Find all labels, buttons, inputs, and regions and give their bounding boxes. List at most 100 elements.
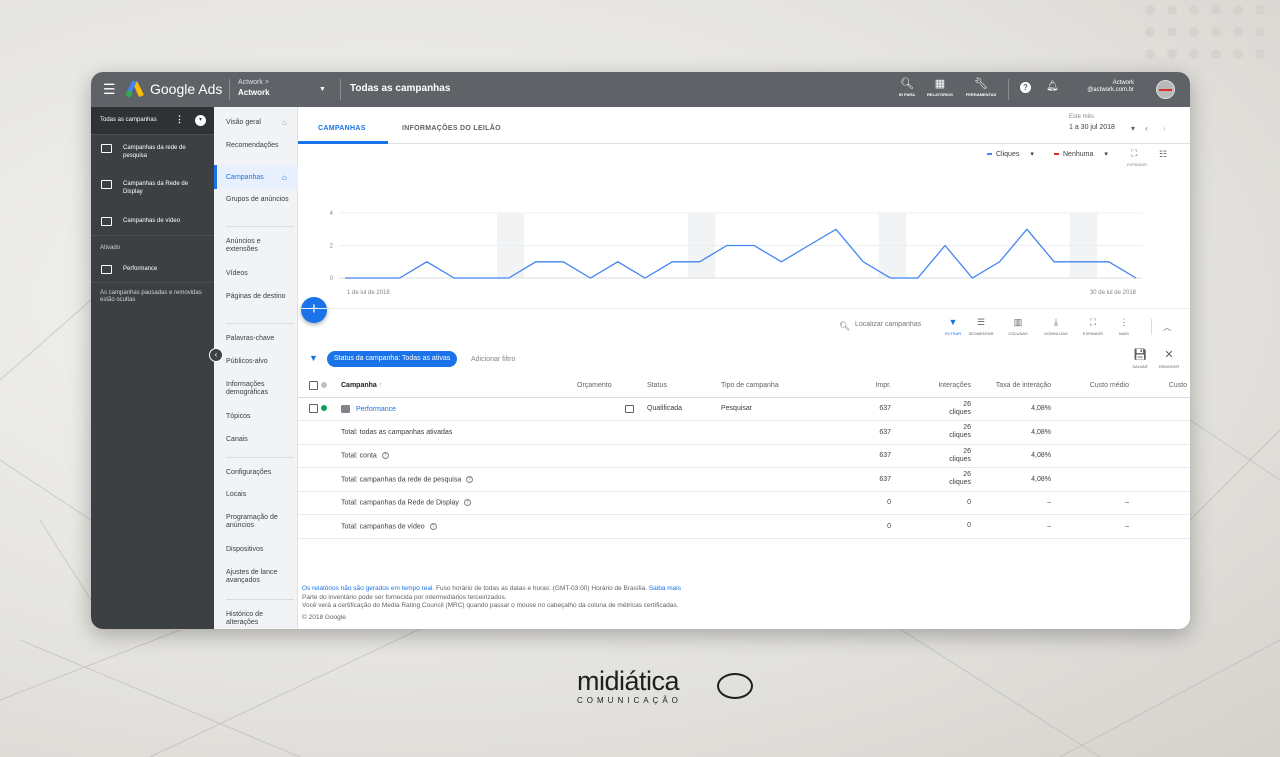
reports-button[interactable]: ▦ RELATÓRIOS <box>922 78 958 97</box>
nav-item-ad-groups[interactable]: Grupos de anúncios <box>226 196 292 204</box>
realtime-reports-link[interactable]: Os relatórios não são gerados em tempo r… <box>302 585 434 592</box>
hamburger-menu-icon[interactable]: ☰ <box>103 82 116 96</box>
main-content: CAMPANHAS INFORMAÇÕES DO LEILÃO Este mês… <box>298 107 1190 629</box>
previous-period-icon[interactable]: ‹ <box>1145 124 1148 133</box>
nav-item-ad-schedule[interactable]: Programação de anúncios <box>226 514 292 530</box>
date-range-value[interactable]: 1 a 30 jul 2018 <box>1069 124 1115 131</box>
nav-item-audiences[interactable]: Públicos-alvo <box>226 358 292 366</box>
save-filter-button[interactable]: 💾︎ SALVAR <box>1125 349 1155 369</box>
segment-button[interactable]: ☰ SEGMENTAR <box>964 317 998 336</box>
column-header-interaction-rate[interactable]: Taxa de interação <box>974 374 1054 398</box>
row-checkbox-cell[interactable] <box>298 397 318 421</box>
divider <box>226 323 294 324</box>
tab-auction-insights[interactable]: INFORMAÇÕES DO LEILÃO <box>402 125 501 132</box>
nav-item-topics[interactable]: Tópicos <box>226 413 292 421</box>
enabled-status-dot-icon <box>321 405 327 412</box>
total-impressions: 0 <box>814 491 894 515</box>
nav-item-landing-pages[interactable]: Páginas de destino <box>226 293 292 301</box>
search-campaigns-input[interactable] <box>855 321 935 328</box>
total-row: Total: campanhas de vídeo? 0 0– – <box>298 514 1190 539</box>
column-header-impressions[interactable]: Impr. <box>814 374 894 398</box>
collapse-chart-icon[interactable]: ︿ <box>1163 322 1171 333</box>
column-header-campaign[interactable]: Campanha ↑ <box>338 374 574 398</box>
next-period-icon[interactable]: › <box>1163 124 1166 133</box>
column-header-interactions[interactable]: Interações <box>894 374 974 398</box>
date-dropdown-icon[interactable]: ▾ <box>1131 124 1135 133</box>
collapse-sidebar-icon[interactable]: ‹ <box>209 348 223 362</box>
help-circle-icon[interactable]: ? <box>429 522 437 530</box>
sidebar-item-label: Performance <box>123 266 158 272</box>
nav-item-change-history[interactable]: Histórico de alterações <box>226 611 292 627</box>
notifications-bell-icon[interactable]: 🔔︎ <box>1046 81 1059 92</box>
download-button[interactable]: ⤓ DOWNLOAD <box>1039 317 1073 336</box>
column-header-budget[interactable]: Orçamento <box>574 374 644 398</box>
campaign-name-link[interactable]: Performance <box>356 406 396 413</box>
columns-icon: ▥ <box>1013 317 1023 327</box>
nav-item-placements[interactable]: Canais <box>226 436 292 444</box>
user-email[interactable]: @actwork.com.br <box>1087 87 1134 93</box>
nav-item-locations[interactable]: Locais <box>226 491 292 499</box>
help-circle-icon[interactable]: ? <box>463 499 471 507</box>
total-avg-cost <box>1054 444 1132 468</box>
account-breadcrumb[interactable]: Actwork > <box>238 79 269 86</box>
account-dropdown-icon[interactable]: ▼ <box>319 86 326 93</box>
goto-button[interactable]: 🔍︎ IR PARA <box>889 78 925 97</box>
more-button[interactable]: ⋮ MAIS <box>1107 317 1141 336</box>
status-dot-icon <box>321 381 327 388</box>
total-interactions: 26 cliques <box>894 467 974 492</box>
select-all-checkbox[interactable] <box>309 380 318 390</box>
divider <box>1008 79 1009 100</box>
divider <box>226 226 294 227</box>
total-interactions-unit: cliques <box>949 432 971 440</box>
help-circle-icon[interactable]: ? <box>381 452 389 460</box>
total-interactions-value: 26 <box>963 447 971 455</box>
campaign-status-filter-chip[interactable]: Status da campanha: Todas as ativas <box>327 351 458 367</box>
select-all-checkbox-cell[interactable] <box>298 374 318 398</box>
user-account-name[interactable]: Actwork <box>1113 80 1134 86</box>
total-interaction-rate: 4,08% <box>974 444 1054 468</box>
search-campaign-icon <box>101 144 112 153</box>
nav-item-recommendations[interactable]: Recomendações <box>226 142 292 150</box>
all-campaigns-header[interactable]: Todas as campanhas ⋮ ▾ <box>91 107 214 135</box>
remove-filter-button[interactable]: ✕ REMOVER <box>1154 349 1184 369</box>
column-header-avg-cost[interactable]: Custo médio <box>1054 374 1132 398</box>
help-icon[interactable]: ? <box>1020 82 1031 93</box>
collapse-circle-icon[interactable]: ▾ <box>195 115 206 126</box>
nav-item-ads-extensions[interactable]: Anúncios e extensões <box>226 238 292 254</box>
nav-item-advanced-bid-adj[interactable]: Ajustes de lance avançados <box>226 569 292 585</box>
logo-wordmark: midiática <box>577 666 680 696</box>
total-label-cell: Total: todas as campanhas ativadas <box>338 420 574 445</box>
total-impressions: 637 <box>814 444 894 468</box>
total-cost <box>1132 514 1190 539</box>
tab-campaigns[interactable]: CAMPANHAS <box>318 125 366 132</box>
status-dot-header <box>318 374 338 398</box>
expand-table-button[interactable]: ⛶ EXPANDIR <box>1076 317 1110 336</box>
column-header-cost[interactable]: Custo <box>1132 374 1190 398</box>
more-vert-icon[interactable]: ⋮ <box>175 114 184 125</box>
table-row[interactable]: Performance Qualificada Pesquisar 637 26… <box>298 397 1190 421</box>
nav-item-videos[interactable]: Vídeos <box>226 270 292 278</box>
nav-item-demographics[interactable]: Informações demográficas <box>226 381 292 397</box>
copyright: © 2018 Google <box>302 613 346 621</box>
account-name[interactable]: Actwork <box>238 88 270 97</box>
learn-more-link[interactable]: Saiba mais <box>647 585 681 592</box>
tools-button[interactable]: 🔧︎ FERRAMENTAS <box>963 78 999 97</box>
budget-chart-icon[interactable] <box>625 404 634 413</box>
help-circle-icon[interactable]: ? <box>466 475 474 483</box>
column-header-status[interactable]: Status <box>644 374 718 398</box>
nav-item-keywords[interactable]: Palavras-chave <box>226 335 292 343</box>
column-header-campaign-type[interactable]: Tipo de campanha <box>718 374 814 398</box>
divider <box>229 79 230 100</box>
avatar[interactable] <box>1156 80 1175 99</box>
google-ads-logo-icon <box>125 81 144 98</box>
nav-item-settings[interactable]: Configurações <box>226 469 292 477</box>
columns-button[interactable]: ▥ COLUNAS <box>1001 317 1035 336</box>
search-campaign-icon <box>101 265 112 274</box>
add-filter-link[interactable]: Adicionar filtro <box>471 356 515 363</box>
empty-cell <box>644 467 718 492</box>
row-checkbox[interactable] <box>309 404 318 414</box>
sidebar-item-label: Campanhas de vídeo <box>123 218 181 224</box>
nav-item-devices[interactable]: Dispositivos <box>226 546 292 554</box>
empty-cell <box>298 467 318 492</box>
empty-cell <box>644 514 718 539</box>
